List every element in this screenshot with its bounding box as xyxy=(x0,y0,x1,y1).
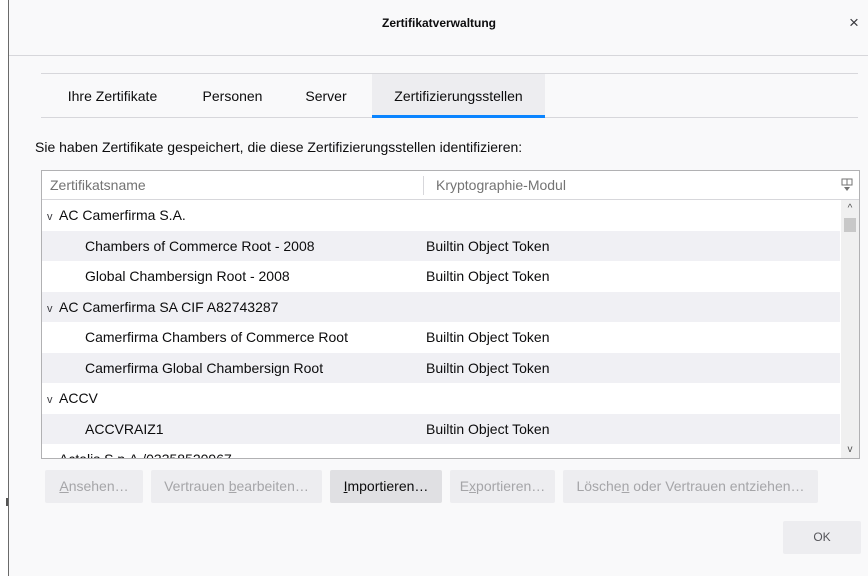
tree-rows: v AC Camerfirma S.A. Chambers of Commerce … xyxy=(42,200,840,458)
certificate-name: Global Chambersign Root - 2008 xyxy=(85,268,290,284)
window: Zertifikatverwaltung × Ihre Zertifikate … xyxy=(0,0,868,576)
certificate-name: ACCV xyxy=(59,390,98,406)
import-button[interactable]: Importieren… xyxy=(330,470,442,503)
tree-group-row[interactable]: v AC Camerfirma S.A. xyxy=(42,200,840,231)
description-text: Sie haben Zertifikate gespeichert, die d… xyxy=(35,139,523,155)
close-icon[interactable]: × xyxy=(843,12,865,34)
tab-your-certificates[interactable]: Ihre Zertifikate xyxy=(41,74,184,118)
active-tab-indicator xyxy=(372,115,545,118)
certificate-name: ACCVRAIZ1 xyxy=(85,420,164,437)
chevron-down-icon[interactable]: v xyxy=(47,202,57,233)
security-module: Builtin Object Token xyxy=(426,359,550,376)
chevron-down-icon[interactable]: v xyxy=(47,385,57,416)
tree-group-row[interactable]: v AC Camerfirma SA CIF A82743287 xyxy=(42,291,840,325)
button-label-pre: Vertrauen xyxy=(164,478,229,494)
chevron-down-icon[interactable]: v xyxy=(47,446,57,458)
tab-label: Server xyxy=(305,88,347,104)
certificate-name: Chambers of Commerce Root - 2008 xyxy=(85,237,315,254)
tree-group-row[interactable]: v ACCV xyxy=(42,383,840,414)
button-mnemonic: A xyxy=(59,478,69,494)
tab-label: Personen xyxy=(202,88,263,104)
window-title: Zertifikatverwaltung xyxy=(381,16,497,30)
ok-button[interactable]: OK xyxy=(783,521,861,554)
scroll-up-icon[interactable]: ^ xyxy=(841,200,859,217)
tree-row[interactable]: Global Chambersign Root - 2008 Builtin Ob… xyxy=(42,261,840,292)
delete-distrust-button[interactable]: Löschen oder Vertrauen entziehen… xyxy=(563,470,818,503)
button-label-post: oder Vertrauen entziehen… xyxy=(629,478,805,494)
tree-group-row[interactable]: vActalis S.p.A./03358520967 xyxy=(42,444,840,458)
button-mnemonic: b xyxy=(228,478,237,494)
tab-people[interactable]: Personen xyxy=(184,74,281,118)
button-label-post: portieren… xyxy=(476,478,546,494)
tab-servers[interactable]: Server xyxy=(281,74,371,118)
tree-row[interactable]: ACCVRAIZ1 Builtin Object Token xyxy=(42,413,840,444)
button-label-pre: Lösche xyxy=(576,478,622,494)
column-header-module[interactable]: Kryptographie-Modul xyxy=(436,177,566,193)
edit-trust-button[interactable]: Vertrauen bearbeiten… xyxy=(151,470,322,503)
certificate-name: Camerfirma Global Chambersign Root xyxy=(85,359,324,376)
certificate-name: AC Camerfirma S.A. xyxy=(59,207,186,223)
tree-header: Zertifikatsname Kryptographie-Modul xyxy=(42,171,859,200)
tab-label: Ihre Zertifikate xyxy=(67,88,158,104)
tab-bar: Ihre Zertifikate Personen Server Zertifi… xyxy=(41,73,858,118)
button-label-post: nsehen… xyxy=(68,478,129,494)
security-module: Builtin Object Token xyxy=(426,237,550,254)
security-module: Builtin Object Token xyxy=(426,420,550,437)
export-button[interactable]: Exportieren… xyxy=(450,470,555,503)
tree-row[interactable]: Camerfirma Global Chambersign Root Builti… xyxy=(42,352,840,383)
certificate-name: Actalis S.p.A./03358520967 xyxy=(59,444,232,458)
tab-authorities[interactable]: Zertifizierungsstellen xyxy=(372,74,545,118)
scroll-thumb[interactable] xyxy=(844,218,856,232)
scroll-down-icon[interactable]: v xyxy=(841,441,859,458)
vertical-scrollbar[interactable]: ^ v xyxy=(841,200,859,458)
column-header-name[interactable]: Zertifikatsname xyxy=(50,177,146,193)
tree-row[interactable]: Camerfirma Chambers of Commerce Root Buil… xyxy=(42,322,840,353)
button-mnemonic: x xyxy=(469,478,477,494)
titlebar: Zertifikatverwaltung × xyxy=(9,0,868,56)
tab-label: Zertifizierungsstellen xyxy=(394,88,523,104)
view-button[interactable]: Ansehen… xyxy=(45,470,143,503)
column-picker-icon[interactable] xyxy=(841,178,853,192)
tree-row[interactable]: Chambers of Commerce Root - 2008 Builtin … xyxy=(42,230,840,261)
button-label-post: earbeiten… xyxy=(236,478,309,494)
certificate-tree[interactable]: Zertifikatsname Kryptographie-Modul v AC … xyxy=(41,170,860,459)
certificate-name: AC Camerfirma SA CIF A82743287 xyxy=(59,298,279,315)
chevron-down-icon[interactable]: v xyxy=(47,294,57,325)
certificate-manager-dialog: Zertifikatverwaltung × Ihre Zertifikate … xyxy=(8,0,868,576)
button-label-post: mportieren… xyxy=(347,478,429,494)
column-splitter[interactable] xyxy=(423,176,424,195)
button-label-pre: E xyxy=(459,478,470,494)
certificate-name: Camerfirma Chambers of Commerce Root xyxy=(85,329,348,345)
security-module: Builtin Object Token xyxy=(426,329,550,345)
security-module: Builtin Object Token xyxy=(426,268,550,284)
